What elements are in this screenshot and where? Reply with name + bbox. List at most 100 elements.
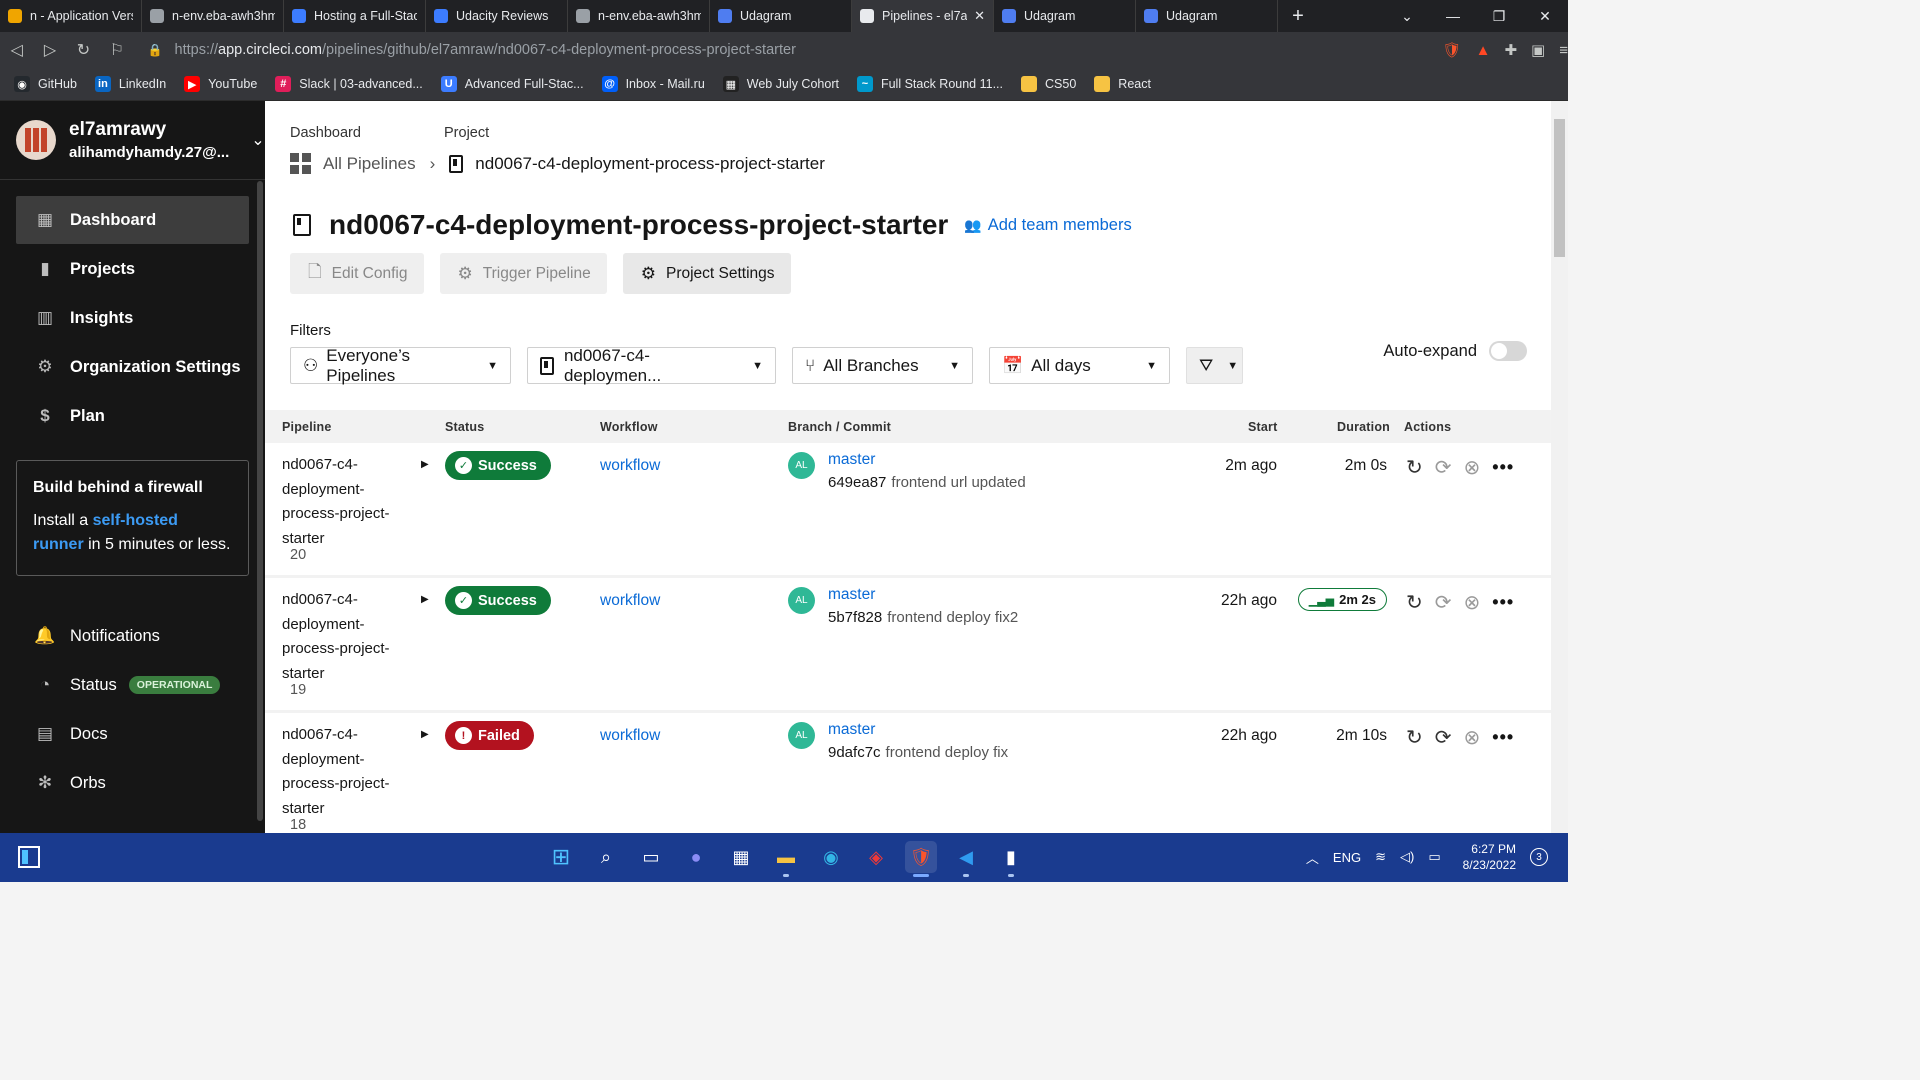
cancel-icon[interactable]: ⊗: [1464, 725, 1481, 750]
sidebar-item-orbs[interactable]: ✻ Orbs: [16, 759, 249, 807]
close-window-button[interactable]: ✕: [1522, 8, 1568, 25]
pipelines-filter-select[interactable]: ⚇ Everyone’s Pipelines ▼: [290, 346, 511, 385]
browser-tab[interactable]: Hosting a Full-Stack: [284, 0, 426, 32]
branch-link[interactable]: master: [828, 451, 875, 469]
rerun-icon[interactable]: ↻: [1406, 590, 1423, 615]
forward-button[interactable]: ▷: [33, 40, 66, 60]
commit-info[interactable]: 9dafc7c frontend deploy fix: [828, 744, 1008, 761]
branches-filter-select[interactable]: ⑂ All Branches ▼: [792, 347, 973, 384]
search-icon[interactable]: ⌕: [590, 841, 622, 873]
sidebar-item-docs[interactable]: ▤ Docs: [16, 710, 249, 758]
maximize-button[interactable]: ❐: [1476, 8, 1522, 25]
wallet-icon[interactable]: ▣: [1531, 41, 1545, 59]
notification-count[interactable]: 3: [1530, 848, 1548, 866]
new-tab-button[interactable]: +: [1278, 5, 1318, 28]
sidebar-item-plan[interactable]: $ Plan: [16, 392, 249, 440]
browser-tab[interactable]: n - Application Vers: [0, 0, 142, 32]
sidebar-item-notifications[interactable]: 🔔 Notifications: [16, 612, 249, 660]
vscode-icon[interactable]: ◀: [950, 841, 982, 877]
minimize-button[interactable]: —: [1430, 8, 1476, 25]
battery-icon[interactable]: ▭: [1428, 849, 1440, 865]
volume-icon[interactable]: ◁): [1400, 849, 1414, 865]
expand-arrow-icon[interactable]: ▶: [421, 459, 429, 470]
auto-expand-toggle[interactable]: [1489, 341, 1527, 361]
bookmark-icon[interactable]: ⚐: [100, 40, 133, 60]
tab-search-icon[interactable]: ⌄: [1384, 8, 1430, 25]
wifi-icon[interactable]: ≋: [1375, 849, 1386, 865]
status-badge[interactable]: ✓ Success: [445, 586, 551, 615]
status-badge[interactable]: ✓ Success: [445, 451, 551, 480]
scrollbar-thumb[interactable]: [1554, 119, 1565, 257]
more-filters-button[interactable]: ⛛ ▼: [1186, 347, 1243, 384]
rerun-failed-icon[interactable]: ⟳: [1435, 725, 1452, 750]
bookmark-item[interactable]: React: [1094, 76, 1151, 92]
chat-icon[interactable]: ●: [680, 841, 712, 873]
bookmark-item[interactable]: CS50: [1021, 76, 1076, 92]
sidebar-item-dashboard[interactable]: ▦ Dashboard: [16, 196, 249, 244]
file-explorer-icon[interactable]: ▬: [770, 841, 802, 877]
sidebar-item-organization-settings[interactable]: ⚙ Organization Settings: [16, 343, 249, 391]
brave-rewards-icon[interactable]: ▲: [1476, 42, 1491, 59]
workflow-link[interactable]: workflow: [600, 727, 660, 745]
more-options-icon[interactable]: •••: [1492, 592, 1514, 613]
browser-tab[interactable]: Udagram: [1136, 0, 1278, 32]
task-view-icon[interactable]: ▭: [635, 841, 667, 873]
cancel-icon[interactable]: ⊗: [1464, 590, 1481, 615]
sidebar-item-projects[interactable]: ▮ Projects: [16, 245, 249, 293]
bookmark-item[interactable]: ◉ GitHub: [14, 76, 77, 92]
bookmark-item[interactable]: ▦ Web July Cohort: [722, 76, 839, 92]
rerun-icon[interactable]: ↻: [1406, 725, 1423, 750]
language-indicator[interactable]: ENG: [1333, 850, 1361, 865]
branch-link[interactable]: master: [828, 721, 875, 739]
bookmark-item[interactable]: ▶ YouTube: [184, 76, 257, 92]
chevron-down-icon[interactable]: ⌄: [251, 130, 264, 150]
close-tab-icon[interactable]: ✕: [974, 8, 985, 24]
pipeline-name[interactable]: nd0067-c4-deployment-process-project-sta…: [282, 453, 402, 551]
status-badge[interactable]: ! Failed: [445, 721, 534, 750]
clock[interactable]: 6:27 PM 8/23/2022: [1463, 841, 1516, 873]
widgets-icon[interactable]: [18, 846, 40, 868]
browser-tab[interactable]: Udagram: [994, 0, 1136, 32]
bookmark-item[interactable]: U Advanced Full-Stac...: [440, 76, 584, 92]
project-settings-button[interactable]: ⚙ Project Settings: [622, 253, 791, 294]
browser-tab[interactable]: Udacity Reviews: [426, 0, 568, 32]
bookmark-item[interactable]: ~ Full Stack Round 11...: [856, 76, 1003, 92]
browser-tab[interactable]: Udagram: [710, 0, 852, 32]
url-field[interactable]: 🔒 https://app.circleci.com/pipelines/git…: [148, 36, 1425, 64]
commit-info[interactable]: 649ea87 frontend url updated: [828, 474, 1026, 491]
reload-button[interactable]: ↻: [67, 40, 100, 60]
breadcrumb-project[interactable]: nd0067-c4-deployment-process-project-sta…: [475, 154, 825, 174]
rerun-failed-icon[interactable]: ⟳: [1435, 590, 1452, 615]
sidebar-scrollbar[interactable]: [257, 181, 263, 821]
workflow-link[interactable]: workflow: [600, 457, 660, 475]
start-icon[interactable]: ⊞: [545, 841, 577, 873]
extensions-icon[interactable]: ✚: [1504, 41, 1517, 59]
expand-arrow-icon[interactable]: ▶: [421, 594, 429, 605]
days-filter-select[interactable]: 📅 All days ▼: [989, 347, 1170, 384]
add-team-members-link[interactable]: 👥 Add team members: [964, 216, 1131, 235]
edge-icon[interactable]: ◉: [815, 841, 847, 873]
browser-tab[interactable]: n-env.eba-awh3hm: [568, 0, 710, 32]
back-button[interactable]: ◁: [0, 40, 33, 60]
commit-info[interactable]: 5b7f828 frontend deploy fix2: [828, 609, 1018, 626]
user-menu[interactable]: el7amrawy alihamdyhamdy.27@... ⌄: [0, 101, 265, 180]
bookmark-item[interactable]: @ Inbox - Mail.ru: [601, 76, 705, 92]
page-scrollbar[interactable]: [1551, 101, 1568, 833]
trigger-pipeline-button[interactable]: ⚙ Trigger Pipeline: [439, 253, 607, 294]
more-options-icon[interactable]: •••: [1492, 457, 1514, 478]
terminal-icon[interactable]: ▮: [995, 841, 1027, 877]
cancel-icon[interactable]: ⊗: [1464, 455, 1481, 480]
rerun-failed-icon[interactable]: ⟳: [1435, 455, 1452, 480]
store-icon[interactable]: ▦: [725, 841, 757, 873]
duration-chip[interactable]: ▁▃▅ 2m 2s: [1297, 588, 1387, 611]
breadcrumb-all-pipelines[interactable]: All Pipelines: [290, 153, 416, 174]
project-filter-select[interactable]: nd0067-c4-deploymen... ▼: [527, 346, 776, 385]
browser-tab[interactable]: Pipelines - el7a ✕: [852, 0, 994, 32]
bookmark-item[interactable]: in LinkedIn: [94, 76, 166, 92]
more-options-icon[interactable]: •••: [1492, 727, 1514, 748]
bookmark-item[interactable]: # Slack | 03-advanced...: [275, 76, 423, 92]
vivaldi-icon[interactable]: ◈: [860, 841, 892, 873]
menu-icon[interactable]: ≡: [1559, 42, 1568, 59]
chevron-up-icon[interactable]: ︿: [1306, 848, 1319, 867]
rerun-icon[interactable]: ↻: [1406, 455, 1423, 480]
